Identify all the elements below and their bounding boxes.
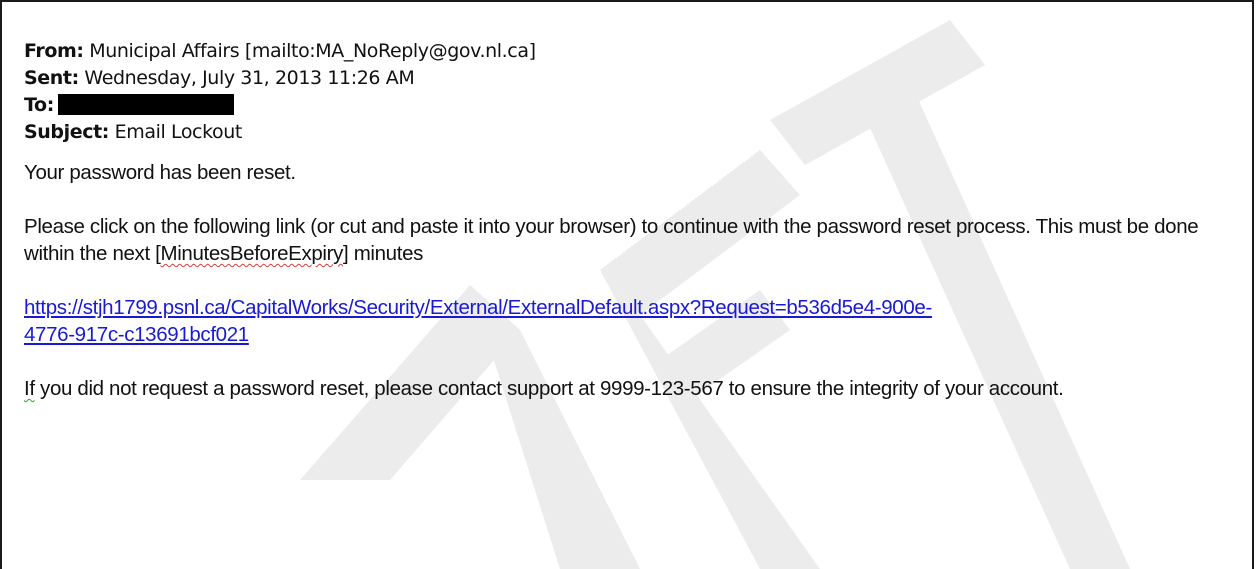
redacted-recipient <box>57 94 234 115</box>
to-label: To: <box>24 94 54 116</box>
sent-label: Sent: <box>24 67 79 89</box>
email-subject-line: Subject: Email Lockout <box>24 119 1234 146</box>
reset-link[interactable]: https://stjh1799.psnl.ca/CapitalWorks/Se… <box>24 296 932 346</box>
instructions-tail: ] minutes <box>343 242 424 265</box>
body-paragraph-reset: Your password has been reset. <box>24 161 296 184</box>
email-body: Your password has been reset. Please cli… <box>24 159 1234 402</box>
from-value: Municipal Affairs [mailto:MA_NoReply@gov… <box>83 40 536 62</box>
body-paragraph-link: https://stjh1799.psnl.ca/CapitalWorks/Se… <box>24 294 1234 348</box>
body-paragraph-instructions: Please click on the following link (or c… <box>24 213 1234 267</box>
support-first-word: If <box>24 377 35 400</box>
reset-link-line1: https://stjh1799.psnl.ca/CapitalWorks/Se… <box>24 296 932 319</box>
from-label: From: <box>24 40 84 62</box>
email-sent-line: Sent: Wednesday, July 31, 2013 11:26 AM <box>24 65 1234 92</box>
support-text: you did not request a password reset, pl… <box>34 377 1064 400</box>
body-paragraph-support: If you did not request a password reset,… <box>24 375 1234 402</box>
reset-link-line2: 4776-917c-c13691bcf021 <box>24 323 249 346</box>
email-to-line: To: <box>24 92 1234 119</box>
email-from-line: From: Municipal Affairs [mailto:MA_NoRep… <box>24 38 1234 65</box>
sent-value: Wednesday, July 31, 2013 11:26 AM <box>78 67 415 89</box>
subject-value: Email Lockout <box>108 121 243 143</box>
subject-label: Subject: <box>24 121 109 143</box>
email-content: From: Municipal Affairs [mailto:MA_NoRep… <box>24 38 1234 402</box>
expiry-placeholder: MinutesBeforeExpiry <box>160 242 344 265</box>
